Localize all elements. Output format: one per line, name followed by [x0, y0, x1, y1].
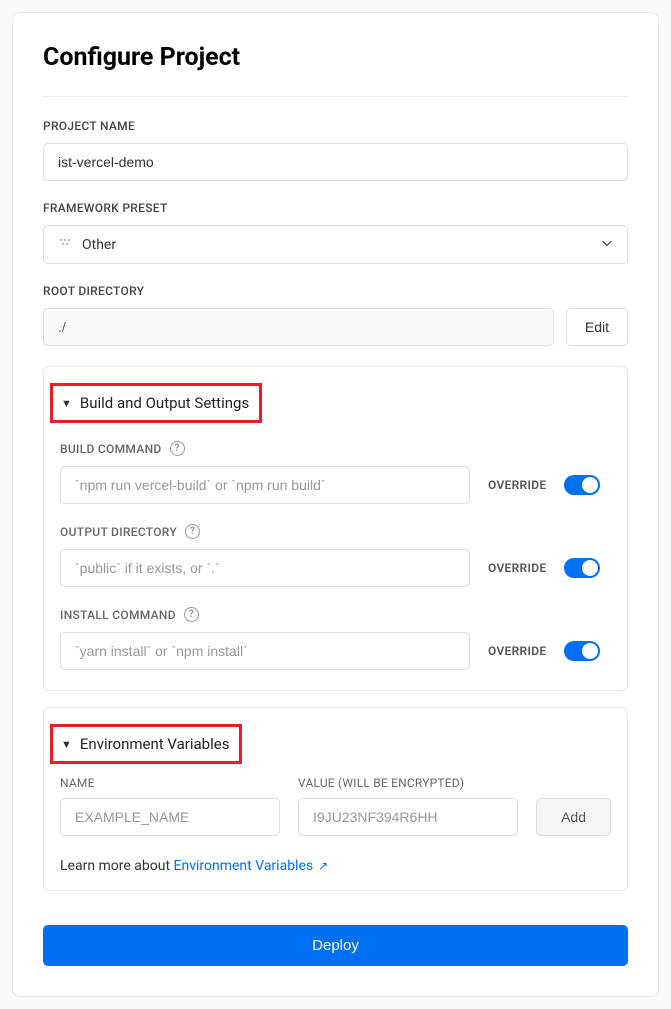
framework-preset-select[interactable]: Other: [43, 225, 628, 264]
build-command-row: OVERRIDE: [60, 466, 611, 504]
env-add-button[interactable]: Add: [536, 798, 611, 836]
root-directory-field: ROOT DIRECTORY Edit: [43, 284, 628, 346]
build-command-label: BUILD COMMAND: [60, 442, 162, 456]
build-output-section: ▼ Build and Output Settings BUILD COMMAN…: [43, 366, 628, 691]
env-header-highlight: ▼ Environment Variables: [50, 724, 242, 764]
install-command-override-toggle[interactable]: [564, 641, 600, 661]
page-title: Configure Project: [43, 43, 628, 72]
install-command-override-label: OVERRIDE: [488, 644, 546, 658]
project-name-field: PROJECT NAME: [43, 119, 628, 181]
install-command-input[interactable]: [60, 632, 470, 670]
project-name-label: PROJECT NAME: [43, 119, 628, 133]
env-value-label: VALUE (WILL BE ENCRYPTED): [298, 776, 518, 790]
build-command-label-row: BUILD COMMAND ?: [60, 441, 611, 456]
env-variables-header[interactable]: ▼ Environment Variables: [59, 731, 231, 757]
env-learn-more-prefix: Learn more about: [60, 858, 174, 874]
build-output-header[interactable]: ▼ Build and Output Settings: [59, 390, 251, 416]
deploy-button[interactable]: Deploy: [43, 925, 628, 966]
configure-project-card: Configure Project PROJECT NAME FRAMEWORK…: [12, 12, 659, 997]
env-learn-more: Learn more about Environment Variables ↗: [60, 858, 611, 874]
env-learn-more-link[interactable]: Environment Variables ↗: [174, 858, 329, 874]
help-icon[interactable]: ?: [170, 441, 185, 456]
env-variables-header-label: Environment Variables: [80, 735, 230, 753]
env-value-input[interactable]: [298, 798, 518, 836]
root-directory-input: [43, 308, 554, 346]
root-directory-label: ROOT DIRECTORY: [43, 284, 628, 298]
install-command-label: INSTALL COMMAND: [60, 608, 176, 622]
output-directory-override-label: OVERRIDE: [488, 561, 546, 575]
env-variables-section: ▼ Environment Variables NAME VALUE (WILL…: [43, 707, 628, 891]
build-command-override-label: OVERRIDE: [488, 478, 546, 492]
output-directory-label: OUTPUT DIRECTORY: [60, 525, 177, 539]
output-directory-row: OVERRIDE: [60, 549, 611, 587]
build-command-override-toggle[interactable]: [564, 475, 600, 495]
framework-preset-value: Other: [82, 237, 116, 253]
output-directory-input[interactable]: [60, 549, 470, 587]
build-command-input[interactable]: [60, 466, 470, 504]
env-name-label: NAME: [60, 776, 280, 790]
project-name-input[interactable]: [43, 143, 628, 181]
external-link-icon: ↗: [315, 859, 328, 873]
build-output-header-label: Build and Output Settings: [80, 394, 249, 412]
install-command-row: OVERRIDE: [60, 632, 611, 670]
help-icon[interactable]: ?: [184, 607, 199, 622]
framework-preset-label: FRAMEWORK PRESET: [43, 201, 628, 215]
framework-icon: [58, 236, 72, 253]
env-variable-row: NAME VALUE (WILL BE ENCRYPTED) Add: [60, 776, 611, 836]
title-divider: [43, 96, 628, 97]
env-name-input[interactable]: [60, 798, 280, 836]
disclosure-triangle-icon: ▼: [61, 397, 72, 410]
help-icon[interactable]: ?: [185, 524, 200, 539]
root-directory-edit-button[interactable]: Edit: [566, 308, 628, 346]
install-command-label-row: INSTALL COMMAND ?: [60, 607, 611, 622]
build-header-highlight: ▼ Build and Output Settings: [50, 383, 262, 423]
output-directory-label-row: OUTPUT DIRECTORY ?: [60, 524, 611, 539]
disclosure-triangle-icon: ▼: [61, 738, 72, 751]
framework-preset-field: FRAMEWORK PRESET Other: [43, 201, 628, 264]
output-directory-override-toggle[interactable]: [564, 558, 600, 578]
chevron-down-icon: [600, 235, 614, 254]
